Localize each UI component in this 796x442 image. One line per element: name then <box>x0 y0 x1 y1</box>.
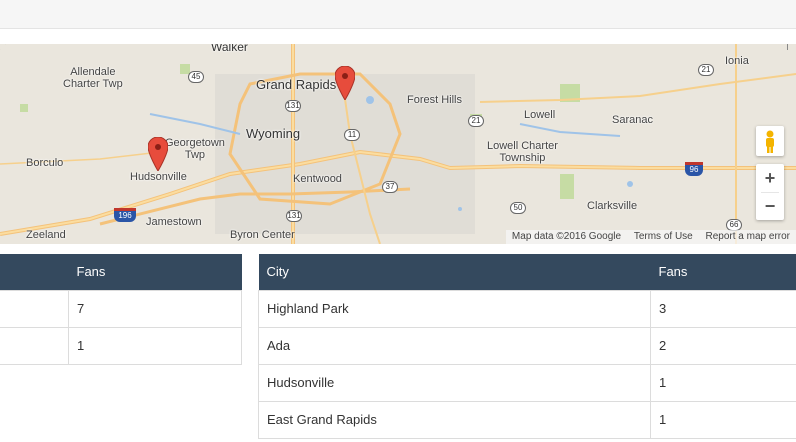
map-marker-pin-icon[interactable] <box>148 137 168 171</box>
table-row: 1 <box>0 326 242 365</box>
map-label-ionia: Ionia <box>725 55 749 67</box>
map-data-credit: Map data ©2016 Google <box>511 231 622 242</box>
table-header-row: Fans <box>0 254 242 290</box>
table-row: East Grand Rapids 1 <box>258 400 796 439</box>
table-row: Hudsonville 1 <box>258 363 796 402</box>
fans-cell: 3 <box>650 289 796 328</box>
map-container[interactable]: Walker Allendale Charter Twp Grand Rapid… <box>0 44 796 244</box>
map-label-hudsonville: Hudsonville <box>130 171 187 183</box>
interstate-96-shield: 96 <box>685 162 703 176</box>
fans-cell: 2 <box>650 326 796 365</box>
map-label-saranac: Saranac <box>612 114 653 126</box>
route-11-shield: 11 <box>344 129 360 141</box>
map-label-byron-center: Byron Center <box>230 229 295 241</box>
fans-cell: 1 <box>650 400 796 439</box>
map-label-borculo: Borculo <box>26 157 64 169</box>
map-label-zeeland: Zeeland <box>26 229 66 241</box>
map-label-walker: Walker <box>211 44 248 54</box>
fans-column-header: Fans <box>650 254 796 290</box>
table-header-row: City Fans <box>258 254 796 290</box>
map-marker-pin-icon[interactable] <box>335 66 355 100</box>
route-45-shield: 45 <box>188 71 204 83</box>
route-50-shield: 50 <box>510 202 526 214</box>
map-label-grand-rapids: Grand Rapids <box>256 77 337 92</box>
map-label-jamestown: Jamestown <box>146 216 202 228</box>
fans-cell: 1 <box>650 363 796 402</box>
city-cell: East Grand Rapids <box>258 400 651 439</box>
map-label-kentwood: Kentwood <box>293 173 342 185</box>
map-label-georgetown: Georgetown Twp <box>165 137 225 161</box>
table-cell <box>0 326 69 365</box>
map-label-forest-hills: Forest Hills <box>407 94 463 106</box>
city-fans-table: City Fans Highland Park 3 Ada 2 Hudsonvi… <box>258 254 796 439</box>
map-label-wyoming: Wyoming <box>246 126 301 141</box>
table-row: Ada 2 <box>258 326 796 365</box>
map-label-lowell: Lowell <box>524 109 556 121</box>
map-attribution: Map data ©2016 Google Terms of Use Repor… <box>505 230 796 244</box>
table-row: 7 <box>0 289 242 328</box>
table-row: Highland Park 3 <box>258 289 796 328</box>
table-cell: 1 <box>68 326 242 365</box>
zoom-controls: + − <box>756 164 784 220</box>
city-column-header: City <box>258 254 651 290</box>
route-21-shield: 21 <box>698 64 714 76</box>
interstate-196-shield: 196 <box>114 208 136 222</box>
route-37-shield: 37 <box>382 181 398 193</box>
left-fans-table: Fans 7 1 <box>0 254 242 365</box>
route-131-shield: 131 <box>285 100 301 112</box>
column-header: Fans <box>68 254 242 290</box>
city-cell: Highland Park <box>258 289 651 328</box>
route-131-shield: 131 <box>286 210 302 222</box>
map-label-clarksville: Clarksville <box>587 200 638 212</box>
top-bar <box>0 0 796 29</box>
report-map-error-link[interactable]: Report a map error <box>706 231 790 242</box>
pegman-icon <box>766 130 774 153</box>
route-21-shield: 21 <box>468 115 484 127</box>
city-cell: Ada <box>258 326 651 365</box>
zoom-out-button[interactable]: − <box>756 193 784 220</box>
table-cell <box>0 289 69 328</box>
street-view-pegman-button[interactable] <box>756 126 784 156</box>
city-cell: Hudsonville <box>258 363 651 402</box>
map-label-allendale: Allendale Charter Twp <box>63 66 123 90</box>
zoom-in-button[interactable]: + <box>756 164 784 192</box>
table-cell: 7 <box>68 289 242 328</box>
map-label-lowell-charter: Lowell Charter Township <box>487 140 558 164</box>
fullscreen-corner-icon[interactable] <box>778 44 788 50</box>
column-header <box>0 254 69 290</box>
terms-of-use-link[interactable]: Terms of Use <box>634 231 693 242</box>
